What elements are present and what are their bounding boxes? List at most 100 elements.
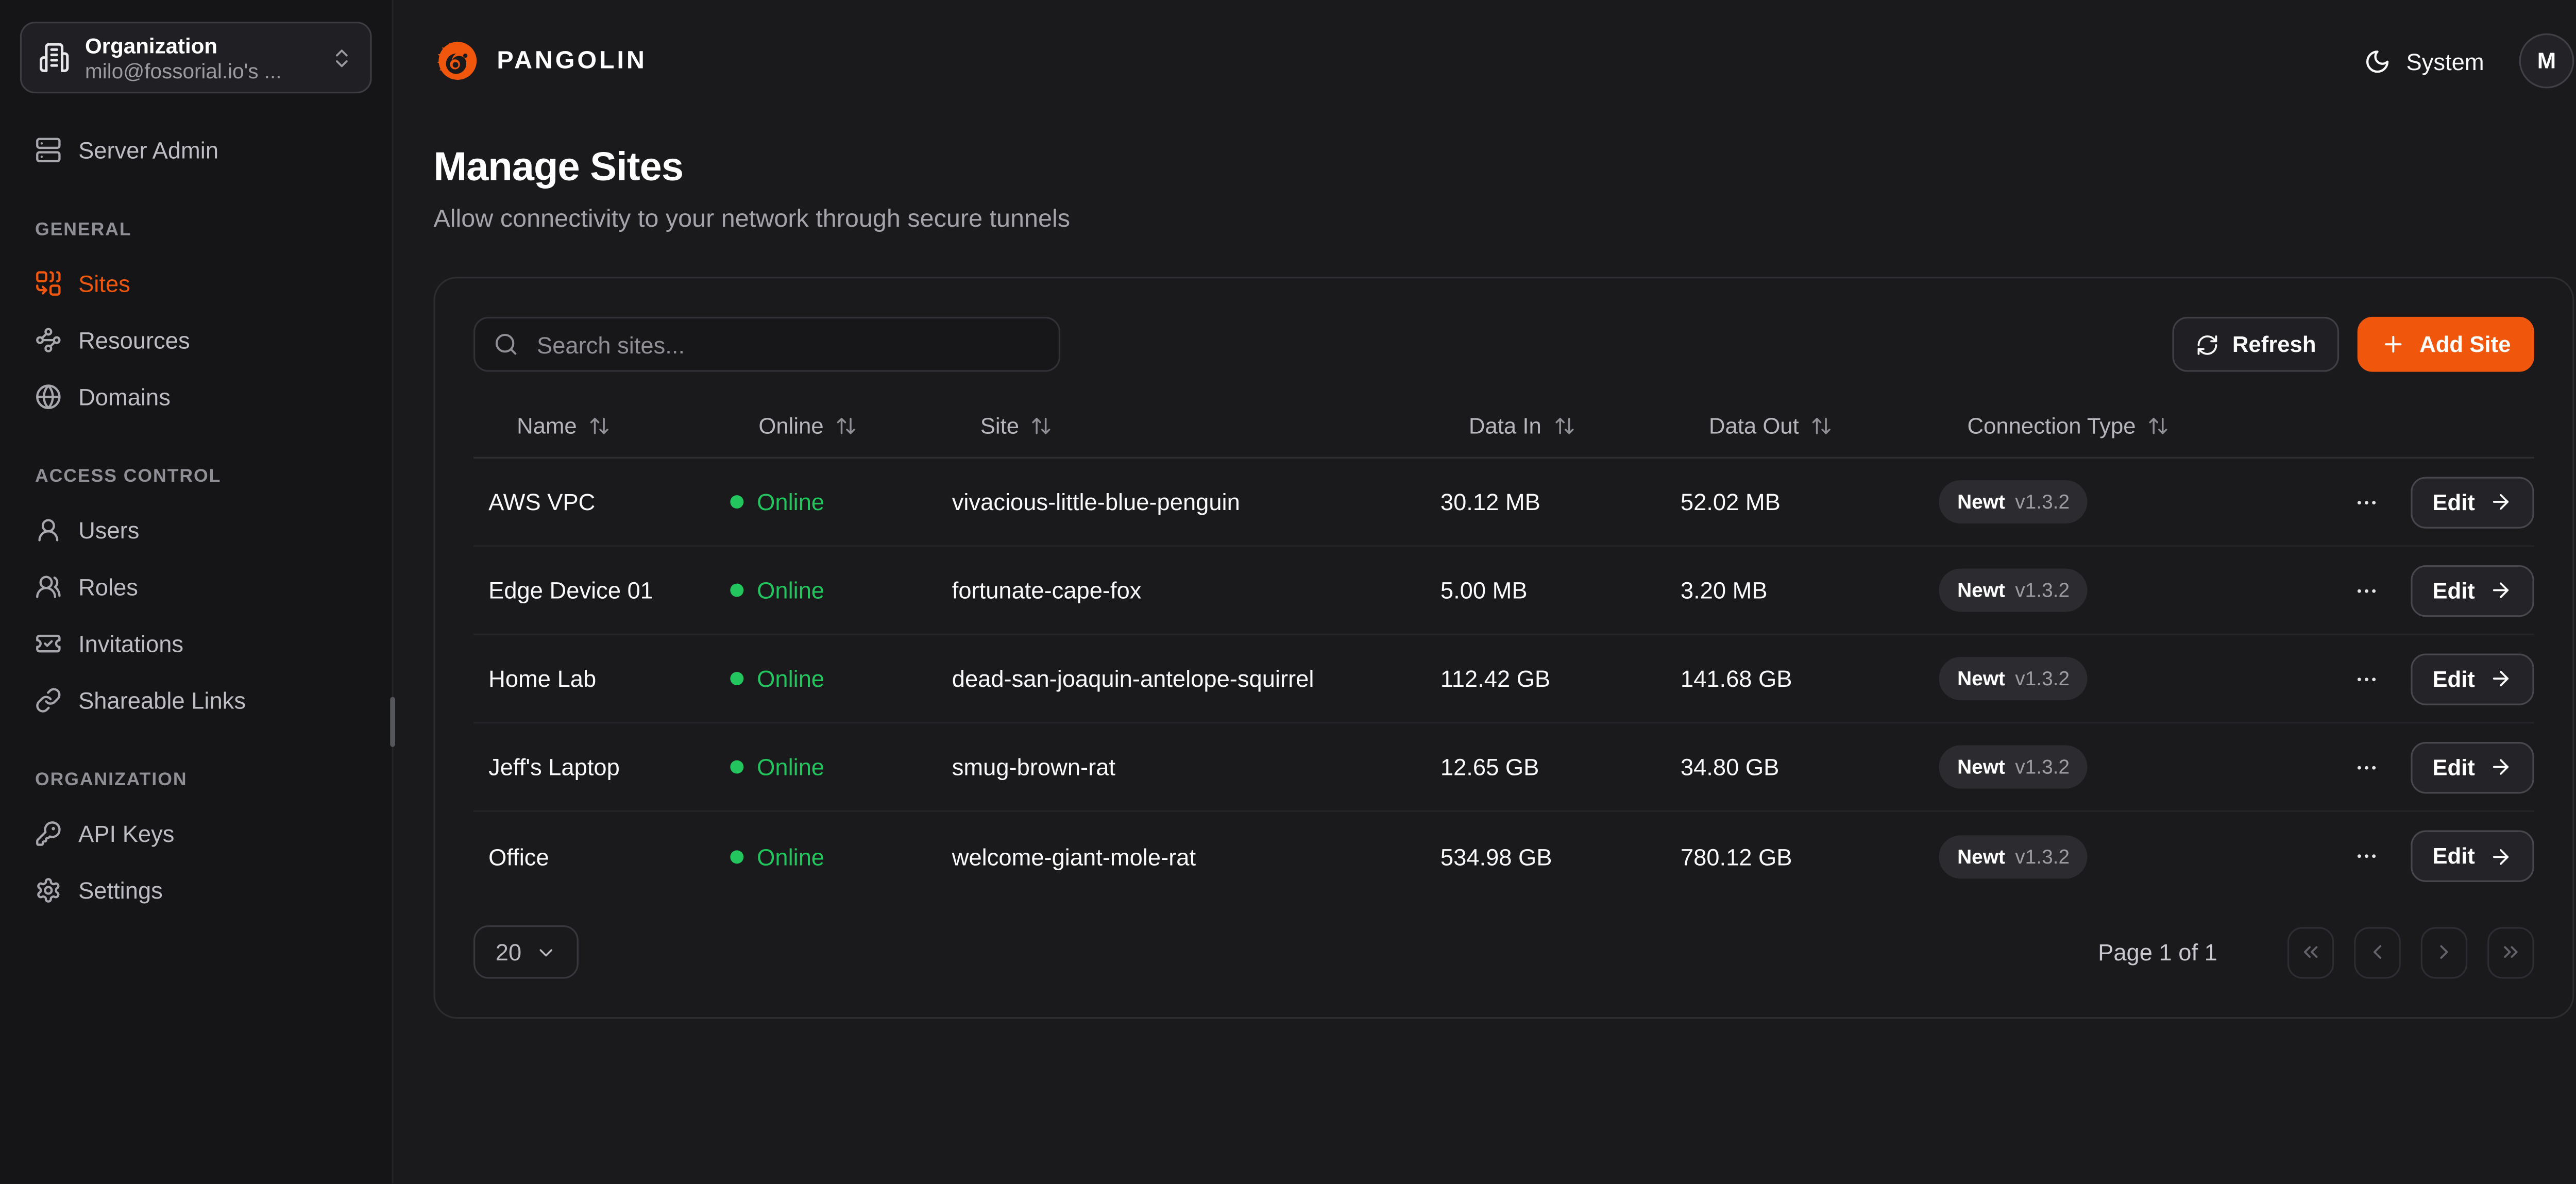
table-row: AWS VPC Online vivacious-little-blue-pen… xyxy=(473,459,2534,547)
main-area: PANGOLIN System M Manage Sites Allow con… xyxy=(394,0,2576,1184)
combine-icon xyxy=(35,270,62,297)
sidebar-item-sites[interactable]: Sites xyxy=(20,255,372,312)
sidebar-item-resources[interactable]: Resources xyxy=(20,312,372,368)
add-site-button[interactable]: Add Site xyxy=(2358,317,2534,372)
cell-data-in: 534.98 GB xyxy=(1440,843,1681,870)
connection-type-badge: Newtv1.3.2 xyxy=(1939,835,2088,878)
cell-name: Home Lab xyxy=(488,665,730,692)
cell-data-out: 34.80 GB xyxy=(1681,754,1939,781)
cell-name: Jeff's Laptop xyxy=(488,754,730,781)
connection-type-badge: Newtv1.3.2 xyxy=(1939,480,2088,523)
sidebar-item-settings[interactable]: Settings xyxy=(20,862,372,919)
page-size-select[interactable]: 20 xyxy=(473,925,579,979)
edit-button[interactable]: Edit xyxy=(2411,564,2533,616)
column-header-online[interactable]: Online xyxy=(730,412,952,440)
column-header-site[interactable]: Site xyxy=(952,412,1440,440)
connection-type-badge: Newtv1.3.2 xyxy=(1939,568,2088,612)
pager: Page 1 of 1 xyxy=(2098,926,2534,978)
cell-online: Online xyxy=(730,665,952,692)
next-page-button[interactable] xyxy=(2421,926,2468,978)
row-menu-button[interactable] xyxy=(2351,486,2382,517)
online-dot-icon xyxy=(730,850,743,863)
cell-data-in: 5.00 MB xyxy=(1440,577,1681,604)
row-menu-button[interactable] xyxy=(2351,663,2382,694)
edit-button[interactable]: Edit xyxy=(2411,476,2533,528)
arrow-up-down-icon xyxy=(588,415,610,437)
sidebar-item-users[interactable]: Users xyxy=(20,502,372,559)
theme-toggle[interactable]: System xyxy=(2365,47,2484,74)
cell-site: welcome-giant-mole-rat xyxy=(952,843,1440,870)
content: Manage Sites Allow connectivity to your … xyxy=(394,122,2576,1019)
topbar: PANGOLIN System M xyxy=(394,0,2576,122)
sidebar-item-server-admin[interactable]: Server Admin xyxy=(20,122,372,178)
chevrons-left-icon xyxy=(2299,940,2322,963)
refresh-icon xyxy=(2196,333,2219,356)
avatar[interactable]: M xyxy=(2519,33,2574,89)
cell-name: Office xyxy=(488,843,730,870)
cell-site: fortunate-cape-fox xyxy=(952,577,1440,604)
user-icon xyxy=(35,517,62,544)
column-header-name[interactable]: Name xyxy=(488,412,730,440)
online-dot-icon xyxy=(730,584,743,597)
sidebar-item-shareable-links[interactable]: Shareable Links xyxy=(20,672,372,729)
add-site-label: Add Site xyxy=(2419,332,2511,357)
cell-site: vivacious-little-blue-penguin xyxy=(952,488,1440,515)
sites-table: Name Online Site Data In xyxy=(473,395,2534,901)
chevrons-right-icon xyxy=(2499,940,2522,963)
sidebar-item-label: Users xyxy=(78,517,139,544)
refresh-button[interactable]: Refresh xyxy=(2172,317,2340,372)
table-row: Edge Device 01 Online fortunate-cape-fox… xyxy=(473,547,2534,635)
waypoints-icon xyxy=(35,327,62,353)
last-page-button[interactable] xyxy=(2487,926,2534,978)
building-icon xyxy=(38,42,70,73)
table-row: Home Lab Online dead-san-joaquin-antelop… xyxy=(473,635,2534,724)
cell-data-in: 12.65 GB xyxy=(1440,754,1681,781)
arrow-up-down-icon xyxy=(835,415,857,437)
cell-online: Online xyxy=(730,754,952,781)
row-menu-button[interactable] xyxy=(2351,574,2382,606)
column-header-data-in[interactable]: Data In xyxy=(1440,412,1681,440)
chevrons-up-down-icon xyxy=(330,46,353,69)
sidebar-resize-handle[interactable] xyxy=(390,697,395,747)
arrow-up-down-icon xyxy=(1810,415,1832,437)
arrow-right-icon xyxy=(2488,490,2512,513)
cell-online: Online xyxy=(730,488,952,515)
online-dot-icon xyxy=(730,760,743,774)
sidebar-item-roles[interactable]: Roles xyxy=(20,559,372,615)
online-dot-icon xyxy=(730,495,743,509)
arrow-right-icon xyxy=(2488,755,2512,779)
cell-site: dead-san-joaquin-antelope-squirrel xyxy=(952,665,1440,692)
row-menu-button[interactable] xyxy=(2351,751,2382,783)
avatar-initial: M xyxy=(2537,48,2556,74)
column-header-connection-type[interactable]: Connection Type xyxy=(1939,412,2350,440)
cell-data-out: 780.12 GB xyxy=(1681,843,1939,870)
column-header-data-out[interactable]: Data Out xyxy=(1681,412,1939,440)
sidebar-item-api-keys[interactable]: API Keys xyxy=(20,805,372,862)
sites-card: Refresh Add Site Name xyxy=(433,277,2574,1019)
cell-data-in: 30.12 MB xyxy=(1440,488,1681,515)
connection-type-badge: Newtv1.3.2 xyxy=(1939,745,2088,788)
page-title: Manage Sites xyxy=(433,145,2574,192)
prev-page-button[interactable] xyxy=(2354,926,2401,978)
arrow-up-down-icon xyxy=(2147,415,2169,437)
search-input[interactable] xyxy=(534,329,1041,359)
edit-button[interactable]: Edit xyxy=(2411,653,2533,704)
row-menu-button[interactable] xyxy=(2351,840,2382,872)
edit-button[interactable]: Edit xyxy=(2411,741,2533,792)
link-icon xyxy=(35,687,62,714)
first-page-button[interactable] xyxy=(2287,926,2334,978)
sidebar-item-invitations[interactable]: Invitations xyxy=(20,615,372,672)
table-header-row: Name Online Site Data In xyxy=(473,395,2534,459)
sidebar-item-label: Resources xyxy=(78,327,190,353)
cell-site: smug-brown-rat xyxy=(952,754,1440,781)
cell-name: AWS VPC xyxy=(488,488,730,515)
edit-button[interactable]: Edit xyxy=(2411,831,2533,882)
org-selector[interactable]: Organization milo@fossorial.io's ... xyxy=(20,22,372,93)
search-box xyxy=(473,317,1060,372)
org-selector-label: Organization xyxy=(85,32,315,58)
section-label-access-control: ACCESS CONTROL xyxy=(35,467,372,487)
sidebar-item-label: Sites xyxy=(78,270,130,297)
sidebar-item-domains[interactable]: Domains xyxy=(20,368,372,425)
pager-status: Page 1 of 1 xyxy=(2098,939,2217,966)
chevron-left-icon xyxy=(2366,940,2389,963)
